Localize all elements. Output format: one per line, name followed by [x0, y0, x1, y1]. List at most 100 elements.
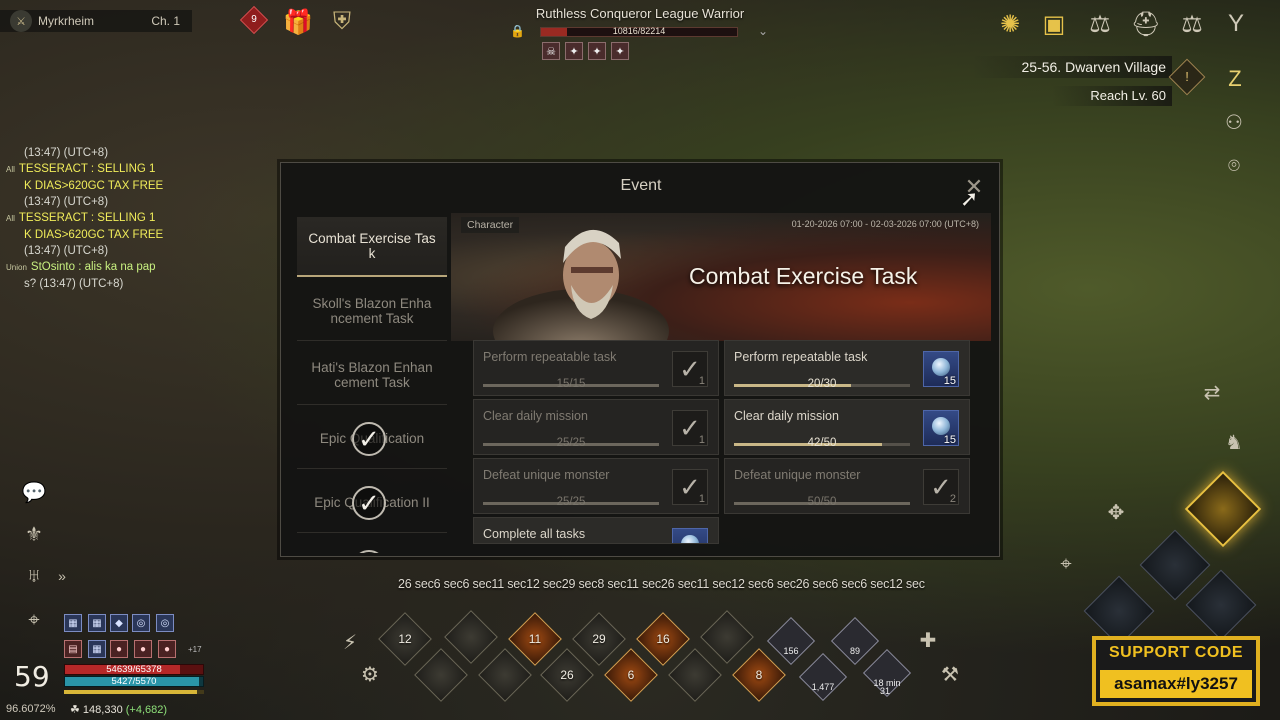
power-value: 148,330 [82, 704, 123, 716]
chat-log[interactable]: (13:47) (UTC+8) All TESSERACT : SELLING 1 K… [6, 145, 176, 292]
buff-icon[interactable]: ▦ [88, 614, 106, 632]
claimed-check-icon[interactable]: ✓ 1 [672, 351, 708, 387]
boss-hp-text: 10816/82214 [612, 26, 666, 36]
stamina-fill [64, 690, 197, 694]
reward-quantity: 15 [943, 375, 956, 387]
settings-gear-icon[interactable]: ⚙ [354, 658, 386, 690]
target-toggle-icon[interactable]: ⌄ [758, 24, 768, 38]
task-card[interactable]: Defeat unique monster 50/50 ✓ 2 [724, 458, 970, 514]
buff-icon[interactable]: ▦ [64, 614, 82, 632]
buff-more-count[interactable]: +17 [188, 645, 202, 654]
map-marker-icon[interactable]: ⌾ [1218, 150, 1250, 182]
power-delta: (+4,682) [125, 704, 168, 716]
target-icon[interactable]: ⌖ [1050, 548, 1082, 580]
event-tab[interactable]: Combat Exercise Tas k [297, 217, 447, 277]
checkmark-icon: ✓ [352, 421, 386, 456]
compass-icon[interactable]: ✺ [992, 6, 1028, 42]
reward-quantity: 1 [698, 375, 705, 387]
chat-text: K DIAS>620GC TAX FREE [24, 229, 164, 241]
event-tab[interactable]: 7-Day Sign-in of G✓ [297, 537, 447, 553]
task-card[interactable]: Perform repeatable task 15/15 ✓ 1 [473, 340, 719, 396]
task-card[interactable]: Perform repeatable task 20/30 15 [724, 340, 970, 396]
server-name: Myrkrheim [38, 14, 94, 28]
chest-icon[interactable]: ▣ [1036, 6, 1072, 42]
chat-text: (13:47) (UTC+8) [24, 245, 109, 257]
buff-icon[interactable]: ▤ [64, 640, 82, 658]
skill-slot[interactable] [414, 648, 468, 702]
event-tab[interactable]: Epic Qualification ✓ [297, 409, 447, 469]
quest-zone[interactable]: 25-56. Dwarven Village [972, 56, 1172, 78]
plus-icon[interactable]: ✚ [912, 624, 944, 656]
wolf-icon[interactable]: ♞ [1218, 426, 1250, 458]
swap-icon[interactable]: ⇄ [1196, 376, 1228, 408]
reward-gem-icon[interactable]: 15 [923, 351, 959, 387]
chat-line: (13:47) (UTC+8) [6, 194, 176, 210]
task-count: 25/25 [556, 496, 586, 508]
event-tab-list[interactable]: Combat Exercise Tas k Skoll's Blazon Enha… [297, 217, 447, 553]
boss-hp-bar: 10816/82214 [540, 26, 738, 37]
skill-cooldown-label: 12 [398, 632, 412, 646]
xp-percent: 96.6072% [6, 703, 56, 715]
stamina-bar [64, 690, 204, 694]
chat-text: (13:47) (UTC+8) [24, 196, 109, 208]
server-channel-bar[interactable]: ⚔ Myrkrheim Ch. 1 [0, 10, 192, 32]
gift-icon[interactable]: 🎁 [280, 4, 316, 40]
skill-cooldown-label [423, 657, 459, 693]
skill-cooldown-label [453, 619, 489, 655]
skill-cooldown-label: 8 [755, 668, 763, 682]
task-card[interactable]: Defeat unique monster 25/25 ✓ 1 [473, 458, 719, 514]
helmet-icon[interactable]: ⛑ [1128, 6, 1164, 42]
consumable-slot[interactable]: 1,477 [798, 652, 848, 702]
emote-icon[interactable]: ⚜ [18, 518, 50, 550]
claimed-check-icon[interactable]: ✓ 1 [672, 469, 708, 505]
auto-quest-icon[interactable]: Z [1220, 64, 1250, 94]
auto-combat-icon[interactable]: ⚡ [334, 626, 366, 658]
ultimate-skill-button[interactable] [1184, 470, 1262, 548]
skill-slot[interactable] [444, 610, 498, 664]
buff-icon[interactable]: ▦ [88, 640, 106, 658]
quest-objective[interactable]: Reach Lv. 60 [1052, 86, 1172, 106]
event-tab[interactable]: Epic Qualification II✓ [297, 473, 447, 533]
buff-icon[interactable]: ● [158, 640, 176, 658]
event-badge-icon[interactable]: 9 [236, 4, 272, 40]
party-icon[interactable]: ⚇ [1218, 106, 1250, 138]
balance-icon[interactable]: ⚖ [1174, 6, 1210, 42]
pickup-icon[interactable]: ⚒ [934, 658, 966, 690]
buff-icon[interactable]: ◆ [110, 614, 128, 632]
hp-text: 54639/65378 [106, 664, 162, 675]
buff-icon[interactable]: ◎ [156, 614, 174, 632]
skill-cooldown-label [487, 657, 523, 693]
task-label: Perform repeatable task [734, 350, 868, 364]
claimed-check-icon[interactable]: ✓ 1 [672, 410, 708, 446]
reward-gem-icon[interactable]: 15 [923, 410, 959, 446]
task-card[interactable]: Clear daily mission 42/50 15 [724, 399, 970, 455]
buff-icon[interactable]: ● [134, 640, 152, 658]
chat-line: (13:47) (UTC+8) [6, 243, 176, 259]
shield-icon[interactable]: ⛨ [324, 4, 360, 40]
claimed-check-icon[interactable]: ✓ 2 [923, 469, 959, 505]
channel-label[interactable]: Ch. 1 [151, 14, 180, 28]
event-tab[interactable]: Hati's Blazon Enhan cement Task [297, 345, 447, 405]
chat-text: TESSERACT : SELLING 1 [18, 212, 156, 224]
quest-alert-icon[interactable]: ! [1168, 58, 1206, 96]
skill-cooldown-label [709, 619, 745, 655]
buff-icon[interactable]: ◎ [132, 614, 150, 632]
expand-icon[interactable]: » [46, 560, 78, 592]
chat-channel-tag: All [6, 165, 15, 174]
skill-slot[interactable] [700, 610, 754, 664]
skill-slot[interactable] [668, 648, 722, 702]
task-card[interactable]: Complete all tasks [473, 517, 719, 544]
chat-bubble-icon[interactable]: 💬 [18, 476, 50, 508]
player-level: 59 [14, 660, 50, 693]
attack-button[interactable] [1185, 569, 1257, 641]
camera-icon[interactable]: ⌖ [18, 604, 50, 636]
task-card[interactable]: Clear daily mission 25/25 ✓ 1 [473, 399, 719, 455]
event-tab[interactable]: Skoll's Blazon Enha ncement Task [297, 281, 447, 341]
scales-icon[interactable]: ⚖ [1082, 6, 1118, 42]
reward-gem-icon[interactable] [672, 528, 708, 543]
menu-icon[interactable]: Y [1218, 6, 1254, 42]
buff-icon[interactable]: ● [110, 640, 128, 658]
checkmark-icon: ✓ [352, 485, 386, 520]
consumable-extra-count: 31 [880, 686, 891, 696]
dodge-icon[interactable]: ✥ [1100, 496, 1132, 528]
